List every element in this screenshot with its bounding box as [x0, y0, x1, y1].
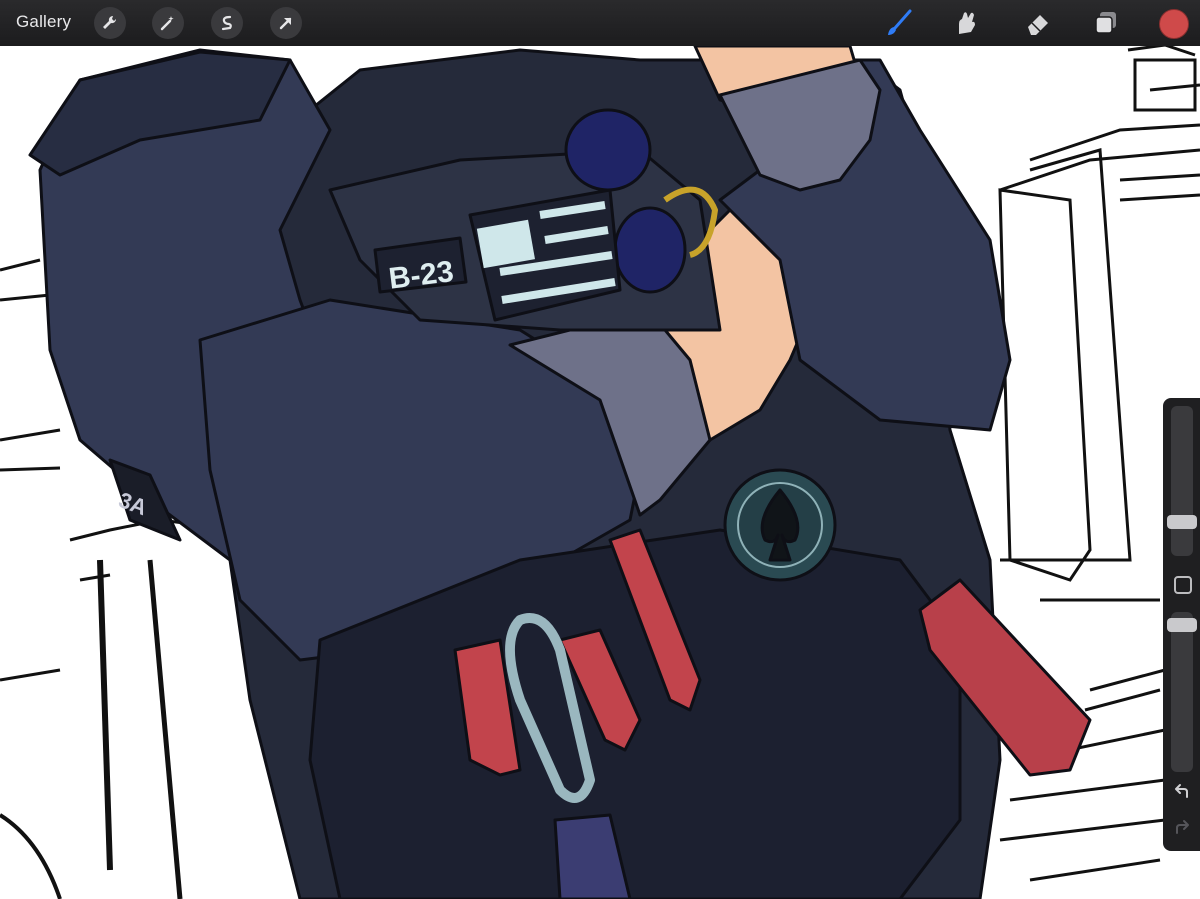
redo-icon: [1176, 820, 1189, 834]
wrench-icon: [103, 15, 117, 29]
drawing-canvas[interactable]: B-23 3A: [0, 0, 1200, 899]
transform-arrow-icon: [279, 17, 292, 30]
artwork: B-23 3A: [0, 43, 1200, 899]
undo-button[interactable]: [1172, 782, 1192, 802]
eraser-tool-button[interactable]: [1022, 7, 1054, 39]
brush-sidebar: [1163, 398, 1200, 851]
smudge-tool-button[interactable]: [950, 7, 982, 39]
character: [28, 44, 1092, 899]
brush-opacity-thumb[interactable]: [1167, 618, 1197, 632]
brush-icon: [888, 9, 912, 35]
transform-button[interactable]: [270, 7, 302, 39]
top-toolbar: Gallery: [0, 0, 1200, 46]
smudge-icon: [959, 12, 975, 34]
eraser-icon: [1028, 15, 1048, 35]
selection-icon: [221, 15, 232, 31]
layers-button[interactable]: [1090, 7, 1122, 39]
magic-wand-icon: [160, 16, 174, 31]
actions-button[interactable]: [94, 7, 126, 39]
adjustments-button[interactable]: [152, 7, 184, 39]
brush-opacity-slider[interactable]: [1167, 612, 1197, 772]
brush-size-slider[interactable]: [1167, 406, 1197, 556]
color-picker-button[interactable]: [1159, 9, 1189, 39]
brush-tool-button[interactable]: [883, 7, 915, 39]
redo-button[interactable]: [1172, 818, 1192, 838]
undo-icon: [1175, 784, 1188, 798]
layers-icon: [1095, 12, 1116, 34]
brush-size-thumb[interactable]: [1167, 515, 1197, 529]
selection-button[interactable]: [211, 7, 243, 39]
gallery-button[interactable]: Gallery: [16, 12, 71, 32]
modify-button[interactable]: [1174, 576, 1192, 594]
